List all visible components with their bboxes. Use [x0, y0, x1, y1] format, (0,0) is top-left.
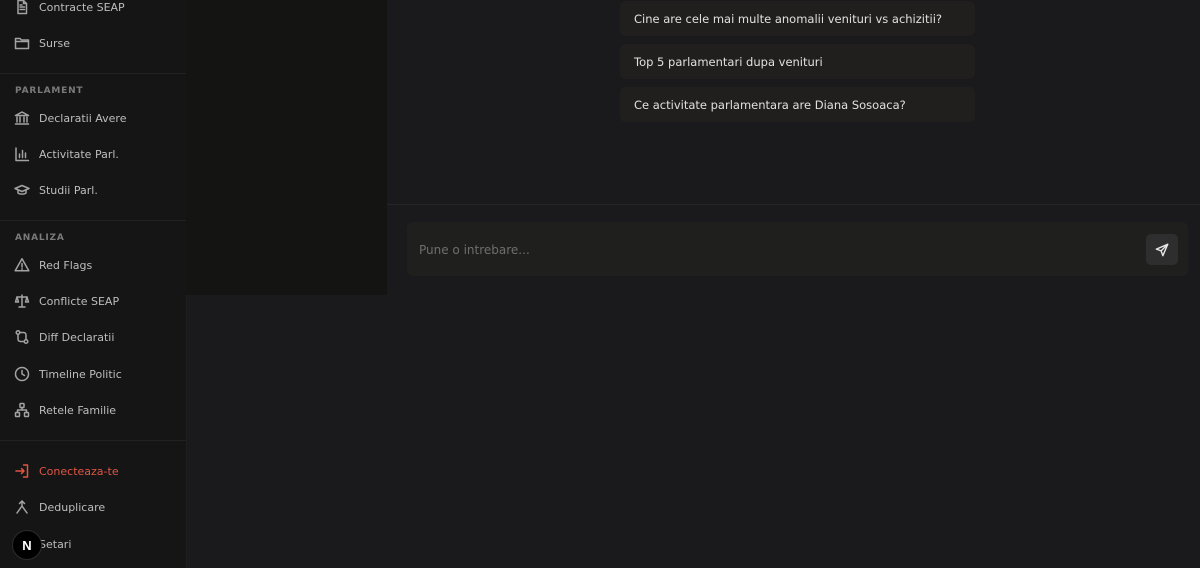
alert-triangle-icon [14, 257, 30, 273]
git-compare-icon [14, 329, 30, 345]
send-button[interactable] [1146, 234, 1178, 265]
network-icon [14, 402, 30, 418]
sidebar-item-timeline-politic[interactable]: Timeline Politic [0, 360, 186, 388]
sidebar-item-label: Setari [39, 537, 72, 551]
landmark-icon [14, 110, 30, 126]
sidebar-item-activitate-parl[interactable]: Activitate Parl. [0, 140, 186, 168]
sidebar-item-label: Contracte SEAP [39, 0, 125, 14]
suggestion-button[interactable]: Cine are cele mai multe anomalii venitur… [620, 1, 975, 36]
send-icon [1155, 243, 1169, 256]
sidebar-item-conflicte-seap[interactable]: Conflicte SEAP [0, 287, 186, 315]
dev-indicator-badge[interactable]: N [12, 530, 42, 560]
section-title-parlament: PARLAMENT [15, 86, 84, 96]
merge-icon [14, 499, 30, 515]
sidebar-item-studii-parl[interactable]: Studii Parl. [0, 176, 186, 204]
sidebar-item-label: Conecteaza-te [39, 464, 119, 478]
clock-icon [14, 366, 30, 382]
sidebar-divider [0, 73, 186, 74]
sidebar-divider [0, 440, 186, 441]
sidebar-item-label: Studii Parl. [39, 183, 98, 197]
sidebar: Contracte SEAP Surse PARLAMENT Declarati… [0, 0, 187, 568]
suggestion-text: Top 5 parlamentari dupa venituri [634, 54, 823, 69]
scale-icon [14, 293, 30, 309]
log-in-icon [14, 463, 30, 479]
sidebar-item-label: Diff Declaratii [39, 330, 115, 344]
sidebar-item-label: Deduplicare [39, 500, 106, 514]
side-panel [186, 0, 387, 295]
sidebar-item-red-flags[interactable]: Red Flags [0, 251, 186, 279]
file-text-icon [14, 0, 30, 15]
suggestion-button[interactable]: Top 5 parlamentari dupa venituri [620, 44, 975, 79]
suggestion-text: Ce activitate parlamentara are Diana Sos… [634, 97, 906, 112]
sidebar-divider [0, 220, 186, 221]
section-title-analiza: ANALIZA [15, 233, 65, 243]
suggestion-text: Cine are cele mai multe anomalii venitur… [634, 11, 942, 26]
sidebar-item-contracte-seap[interactable]: Contracte SEAP [0, 0, 186, 21]
sidebar-item-label: Declaratii Avere [39, 111, 127, 125]
question-input[interactable] [417, 236, 1121, 264]
chat-composer [407, 222, 1188, 276]
sidebar-item-declaratii-avere[interactable]: Declaratii Avere [0, 104, 186, 132]
folder-icon [14, 35, 30, 51]
badge-letter: N [22, 537, 32, 553]
sidebar-item-label: Red Flags [39, 258, 93, 272]
sidebar-item-label: Activitate Parl. [39, 147, 119, 161]
sidebar-item-conecteaza-te[interactable]: Conecteaza-te [0, 457, 186, 485]
sidebar-item-label: Timeline Politic [39, 367, 122, 381]
sidebar-item-label: Retele Familie [39, 403, 117, 417]
sidebar-item-label: Conflicte SEAP [39, 294, 120, 308]
sidebar-item-deduplicare[interactable]: Deduplicare [0, 493, 186, 521]
suggestion-button[interactable]: Ce activitate parlamentara are Diana Sos… [620, 87, 975, 122]
sidebar-item-diff-declaratii[interactable]: Diff Declaratii [0, 323, 186, 351]
sidebar-item-label: Surse [39, 36, 70, 50]
bar-chart-icon [14, 146, 30, 162]
composer-divider [387, 204, 1200, 205]
sidebar-item-surse[interactable]: Surse [0, 29, 186, 57]
sidebar-item-retele-familie[interactable]: Retele Familie [0, 396, 186, 424]
graduation-cap-icon [14, 182, 30, 198]
